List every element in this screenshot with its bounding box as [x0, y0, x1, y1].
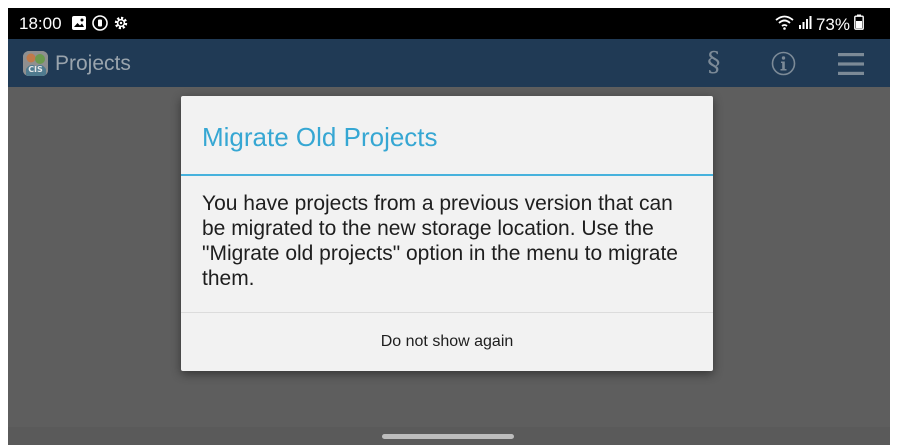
status-icons-left [71, 15, 129, 36]
dialog-message: You have projects from a previous versio… [202, 192, 678, 290]
battery-percentage: 73% [815, 14, 850, 34]
wifi-icon [775, 14, 794, 35]
record-icon [92, 15, 108, 36]
dialog-title: Migrate Old Projects [202, 122, 438, 152]
section-icon[interactable]: § [707, 47, 721, 79]
app-title: Projects [55, 52, 131, 75]
status-bar: 18:00 73% [8, 8, 890, 39]
app-bar: CIS Projects § [8, 39, 890, 87]
svg-text:CIS: CIS [28, 65, 43, 74]
status-time: 18:00 [19, 14, 62, 33]
settings-icon [113, 15, 129, 36]
status-icons-right: 73% [775, 14, 864, 35]
home-gesture-bar[interactable] [382, 434, 514, 439]
signal-icon [798, 14, 812, 35]
gallery-icon [71, 15, 87, 36]
menu-icon[interactable] [838, 52, 864, 81]
phone-screen: 18:00 73% CIS Projects § Migrate Old Pro… [8, 8, 890, 445]
app-logo-icon: CIS [23, 51, 48, 76]
info-icon[interactable] [771, 51, 796, 81]
battery-icon [854, 14, 864, 35]
dialog-title-divider [181, 174, 713, 176]
migrate-dialog: Migrate Old Projects You have projects f… [181, 96, 713, 371]
do-not-show-again-button[interactable]: Do not show again [181, 313, 713, 371]
